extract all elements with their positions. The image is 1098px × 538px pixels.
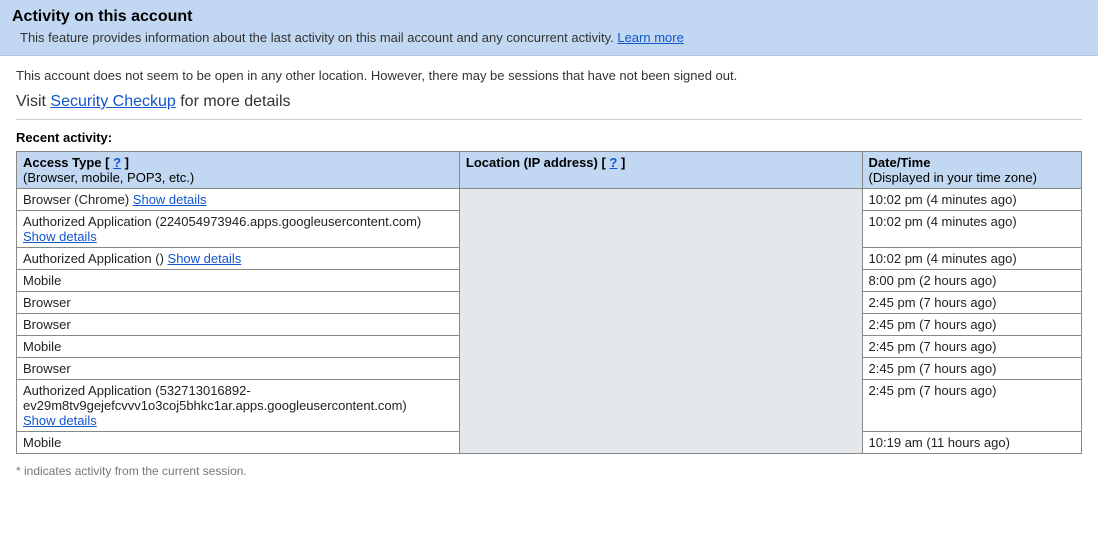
learn-more-link[interactable]: Learn more [617, 30, 683, 45]
recent-activity-title: Recent activity: [16, 130, 1082, 145]
datetime-cell: 2:45 pm (7 hours ago) [862, 292, 1081, 314]
header-banner: Activity on this account This feature pr… [0, 0, 1098, 56]
access-type-help-link[interactable]: ? [113, 155, 121, 170]
datetime-cell: 2:45 pm (7 hours ago) [862, 336, 1081, 358]
show-details-link[interactable]: Show details [23, 229, 97, 244]
access-type-cell: Authorized Application (224054973946.app… [17, 211, 460, 248]
location-cell [459, 189, 862, 454]
status-line: This account does not seem to be open in… [16, 68, 1082, 83]
header-location: Location (IP address) [ ? ] [459, 152, 862, 189]
datetime-cell: 2:45 pm (7 hours ago) [862, 358, 1081, 380]
access-type-cell: Mobile [17, 270, 460, 292]
datetime-cell: 2:45 pm (7 hours ago) [862, 314, 1081, 336]
access-type-cell: Browser [17, 314, 460, 336]
activity-table: Access Type [ ? ] (Browser, mobile, POP3… [16, 151, 1082, 454]
table-row: Browser (Chrome) Show details 10:02 pm (4… [17, 189, 1082, 211]
access-type-cell: Browser [17, 358, 460, 380]
datetime-cell: 10:19 am (11 hours ago) [862, 432, 1081, 454]
access-type-cell: Authorized Application () Show details [17, 248, 460, 270]
page-title: Activity on this account [12, 8, 1086, 26]
visit-line: Visit Security Checkup for more details [16, 93, 1082, 111]
show-details-link[interactable]: Show details [133, 192, 207, 207]
divider [16, 119, 1082, 120]
show-details-link[interactable]: Show details [168, 251, 242, 266]
access-type-cell: Authorized Application (532713016892-ev2… [17, 380, 460, 432]
show-details-link[interactable]: Show details [23, 413, 97, 428]
security-checkup-link[interactable]: Security Checkup [50, 93, 175, 110]
access-type-cell: Mobile [17, 336, 460, 358]
content-area: This account does not seem to be open in… [0, 56, 1098, 486]
datetime-cell: 8:00 pm (2 hours ago) [862, 270, 1081, 292]
datetime-cell: 2:45 pm (7 hours ago) [862, 380, 1081, 432]
access-type-cell: Browser (Chrome) Show details [17, 189, 460, 211]
footer-note: * indicates activity from the current se… [16, 464, 1082, 478]
access-type-cell: Browser [17, 292, 460, 314]
datetime-cell: 10:02 pm (4 minutes ago) [862, 189, 1081, 211]
header-access-type: Access Type [ ? ] (Browser, mobile, POP3… [17, 152, 460, 189]
access-type-cell: Mobile [17, 432, 460, 454]
datetime-cell: 10:02 pm (4 minutes ago) [862, 248, 1081, 270]
datetime-cell: 10:02 pm (4 minutes ago) [862, 211, 1081, 248]
header-description: This feature provides information about … [12, 30, 1086, 45]
header-datetime: Date/Time (Displayed in your time zone) [862, 152, 1081, 189]
